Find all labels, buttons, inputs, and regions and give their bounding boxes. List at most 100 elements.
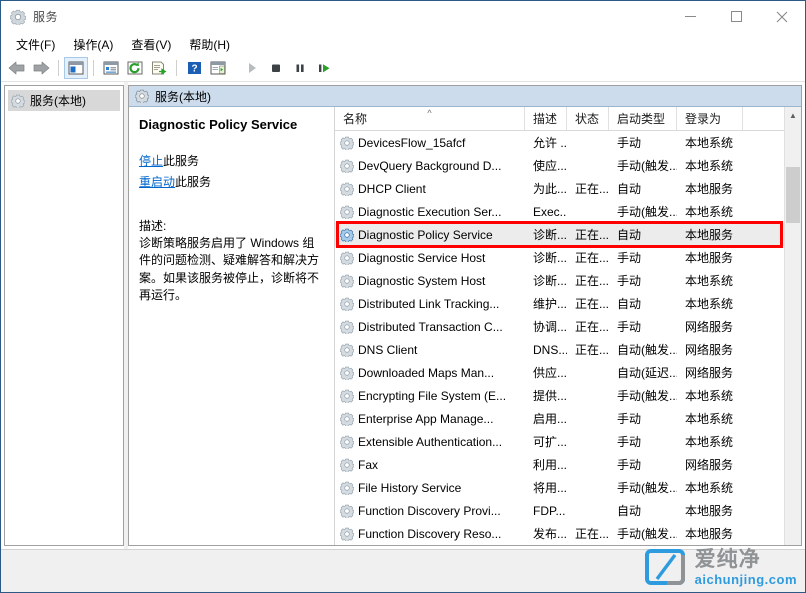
service-name-label: Diagnostic System Host (358, 274, 485, 288)
service-gear-icon (340, 320, 354, 334)
column-header-log-on-as[interactable]: 登录为 (677, 107, 743, 130)
restart-service-link[interactable]: 重启动 (139, 175, 175, 189)
table-row[interactable]: Fax利用...手动网络服务 (335, 453, 801, 476)
table-row[interactable]: Encrypting File System (E...提供...手动(触发..… (335, 384, 801, 407)
table-row[interactable]: DevicesFlow_15afcf允许 ...手动本地系统 (335, 131, 801, 154)
pause-service-button[interactable] (288, 57, 312, 79)
services-gear-icon (10, 9, 26, 25)
cell-description: 协调... (525, 318, 567, 335)
column-header-name-label: 名称 (343, 110, 367, 127)
table-row[interactable]: Extensible Authentication...可扩...手动本地系统 (335, 430, 801, 453)
table-row[interactable]: Diagnostic Service Host诊断...正在...手动本地服务 (335, 246, 801, 269)
column-header-name[interactable]: 名称 ^ (335, 107, 525, 130)
restart-service-button[interactable] (312, 57, 336, 79)
minimize-button[interactable] (667, 1, 713, 32)
cell-startup-type: 手动(触发... (609, 157, 677, 174)
service-name-label: Diagnostic Service Host (358, 251, 485, 265)
cell-service-name: Function Discovery Provi... (335, 504, 525, 518)
window-controls (667, 1, 805, 32)
properties-button[interactable] (99, 57, 123, 79)
tree-pane-icon (68, 61, 84, 75)
cell-service-name: Fax (335, 458, 525, 472)
table-row[interactable]: File History Service将用...手动(触发...本地系统 (335, 476, 801, 499)
refresh-button[interactable] (123, 57, 147, 79)
cell-status: 正在... (567, 525, 609, 542)
close-button[interactable] (759, 1, 805, 32)
service-name-label: Diagnostic Execution Ser... (358, 205, 501, 219)
cell-service-name: Function Discovery Reso... (335, 527, 525, 541)
scroll-up-arrow-icon[interactable]: ▲ (785, 107, 801, 124)
tree-node-services-local[interactable]: 服务(本地) (8, 90, 120, 111)
services-list-scrollbar[interactable]: ▲ (784, 107, 801, 545)
table-row[interactable]: Diagnostic Policy Service诊断...正在...自动本地服… (335, 223, 801, 246)
table-row[interactable]: DNS ClientDNS...正在...自动(触发...网络服务 (335, 338, 801, 361)
service-gear-icon (340, 274, 354, 288)
service-gear-icon (340, 343, 354, 357)
table-row[interactable]: Function Discovery Reso...发布...正在...手动(触… (335, 522, 801, 545)
column-header-status[interactable]: 状态 (567, 107, 609, 130)
play-icon (245, 61, 259, 75)
cell-service-name: Diagnostic System Host (335, 274, 525, 288)
cell-log-on-as: 本地系统 (677, 295, 743, 312)
cell-startup-type: 手动 (609, 272, 677, 289)
menu-action[interactable]: 操作(A) (64, 34, 122, 55)
column-header-status-label: 状态 (575, 110, 599, 127)
console-tree-pane: 服务(本地) (4, 85, 124, 546)
back-button[interactable] (5, 57, 29, 79)
export-list-button[interactable] (147, 57, 171, 79)
show-action-pane-button[interactable] (206, 57, 230, 79)
watermark-text: 爱纯净 aichunjing.com (695, 549, 797, 586)
cell-startup-type: 自动(延迟... (609, 364, 677, 381)
description-text: 诊断策略服务启用了 Windows 组件的问题检测、疑难解答和解决方案。如果该服… (139, 235, 323, 305)
watermark-en: aichunjing.com (695, 573, 797, 586)
cell-log-on-as: 本地系统 (677, 387, 743, 404)
question-mark-icon: ? (187, 61, 202, 75)
column-header-startup-type-label: 启动类型 (617, 110, 665, 127)
cell-log-on-as: 本地系统 (677, 433, 743, 450)
cell-startup-type: 手动 (609, 410, 677, 427)
table-row[interactable]: Diagnostic System Host诊断...正在...手动本地系统 (335, 269, 801, 292)
cell-startup-type: 自动 (609, 295, 677, 312)
stop-service-button[interactable] (264, 57, 288, 79)
cell-description: 可扩... (525, 433, 567, 450)
table-row[interactable]: Function Discovery Provi...FDP...自动本地服务 (335, 499, 801, 522)
service-name-label: DNS Client (358, 343, 417, 357)
table-row[interactable]: Downloaded Maps Man...供应...自动(延迟...网络服务 (335, 361, 801, 384)
menu-help[interactable]: 帮助(H) (180, 34, 239, 55)
stop-service-link[interactable]: 停止 (139, 154, 163, 168)
column-header-description[interactable]: 描述 (525, 107, 567, 130)
service-gear-icon (340, 435, 354, 449)
main-area: 服务(本地) 服务(本地) Diagnostic Policy Service … (1, 82, 805, 549)
table-row[interactable]: Distributed Transaction C...协调...正在...手动… (335, 315, 801, 338)
export-icon (151, 61, 167, 75)
services-gear-icon (11, 94, 25, 108)
cell-description: 提供... (525, 387, 567, 404)
cell-startup-type: 自动(触发... (609, 341, 677, 358)
table-row[interactable]: Enterprise App Manage...启用...手动本地系统 (335, 407, 801, 430)
restart-service-suffix: 此服务 (175, 175, 211, 189)
menu-file[interactable]: 文件(F) (7, 34, 64, 55)
service-name-label: Function Discovery Provi... (358, 504, 501, 518)
cell-status: 正在... (567, 226, 609, 243)
table-row[interactable]: DHCP Client为此...正在...自动本地服务 (335, 177, 801, 200)
show-hide-tree-button[interactable] (64, 57, 88, 79)
table-row[interactable]: Distributed Link Tracking...维护...正在...自动… (335, 292, 801, 315)
maximize-button[interactable] (713, 1, 759, 32)
help-button[interactable]: ? (182, 57, 206, 79)
scrollbar-thumb[interactable] (786, 167, 800, 223)
maximize-icon (731, 11, 742, 22)
watermark: 爱纯净 aichunjing.com (645, 548, 797, 586)
restart-service-row: 重启动此服务 (139, 173, 323, 191)
menu-view[interactable]: 查看(V) (122, 34, 180, 55)
cell-status: 正在... (567, 295, 609, 312)
cell-service-name: File History Service (335, 481, 525, 495)
start-service-button[interactable] (240, 57, 264, 79)
table-row[interactable]: DevQuery Background D...使应...手动(触发...本地系… (335, 154, 801, 177)
results-pane-title: 服务(本地) (155, 88, 211, 105)
column-header-startup-type[interactable]: 启动类型 (609, 107, 677, 130)
forward-arrow-icon (32, 61, 50, 75)
forward-button[interactable] (29, 57, 53, 79)
cell-description: 诊断... (525, 272, 567, 289)
table-row[interactable]: Diagnostic Execution Ser...Exec...手动(触发.… (335, 200, 801, 223)
cell-description: 将用... (525, 479, 567, 496)
